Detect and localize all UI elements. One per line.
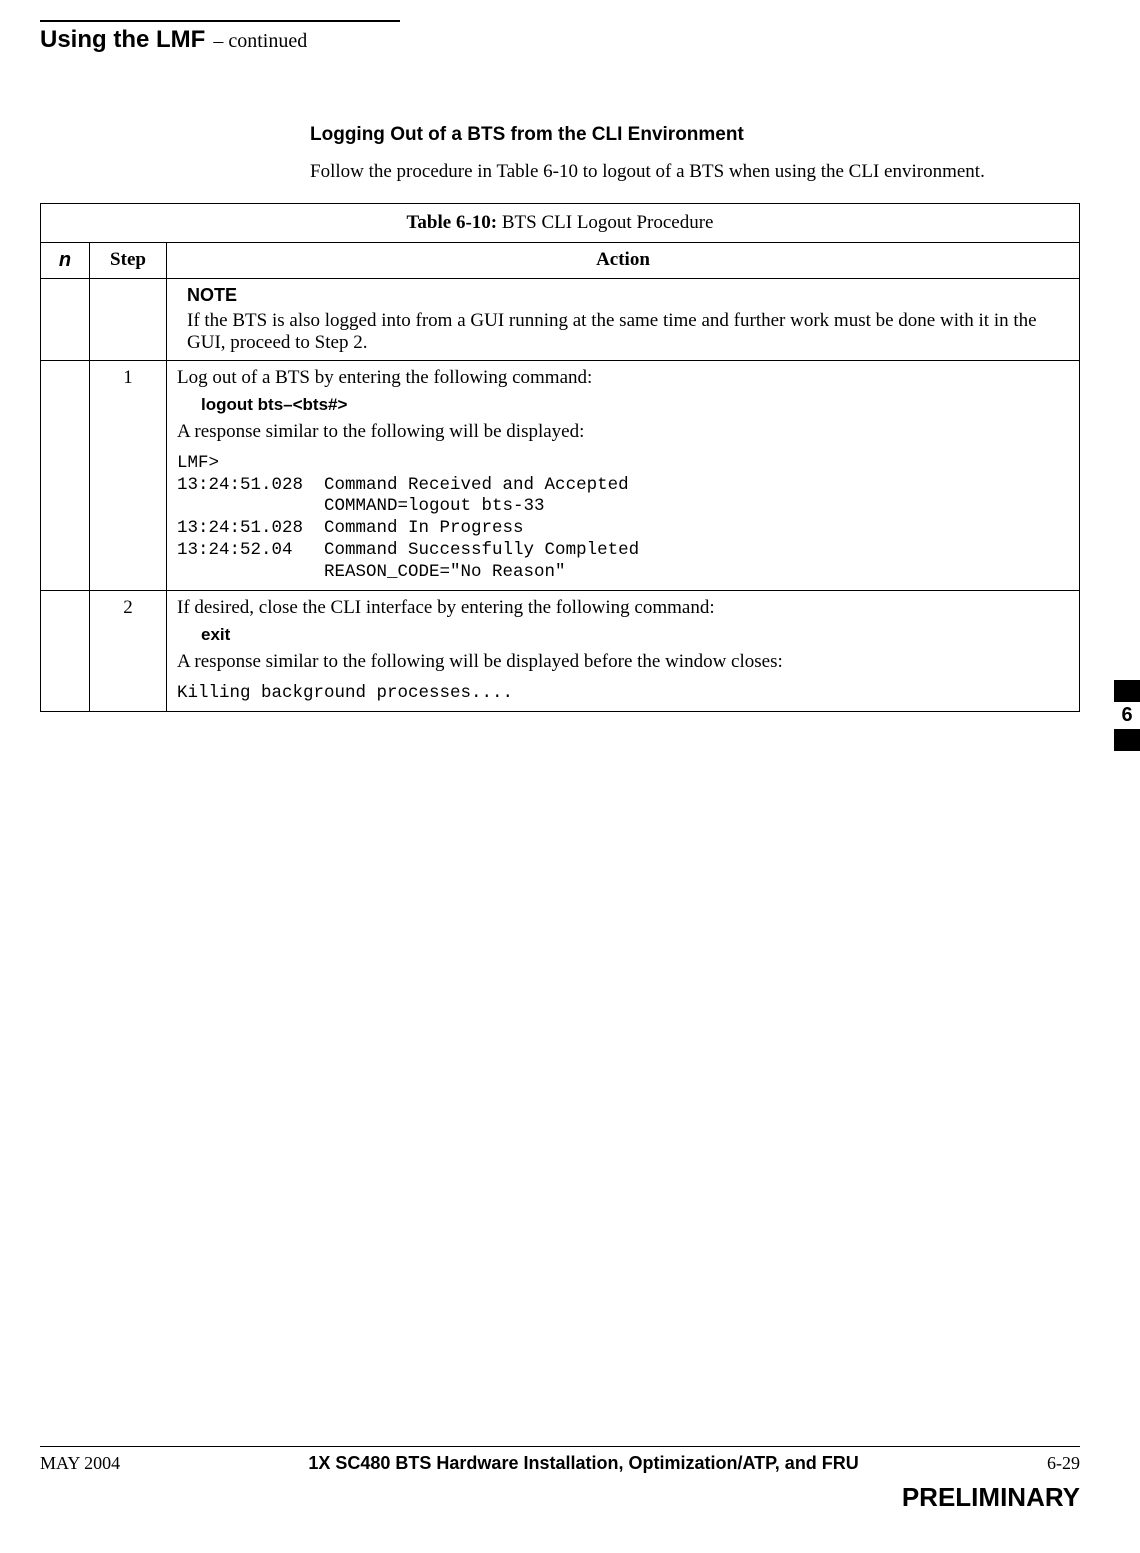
step1-line2: A response similar to the following will… — [177, 421, 1069, 443]
footer-center: 1X SC480 BTS Hardware Installation, Opti… — [308, 1453, 858, 1474]
table-caption: BTS CLI Logout Procedure — [497, 212, 713, 233]
step2-command: exit — [201, 625, 1069, 645]
step1-line1: Log out of a BTS by entering the followi… — [177, 367, 1069, 389]
thumb-tab-number: 6 — [1114, 702, 1140, 729]
table-row: 2 If desired, close the CLI interface by… — [41, 590, 1080, 711]
step-number: 2 — [90, 590, 167, 711]
thumb-tab-block-bottom — [1114, 729, 1140, 751]
step1-output: LMF> 13:24:51.028 Command Received and A… — [177, 453, 1069, 584]
footer-preliminary: PRELIMINARY — [40, 1482, 1080, 1513]
footer-right: 6-29 — [1047, 1453, 1080, 1474]
table-head-check: n — [41, 242, 90, 278]
table-label: Table 6-10: — [407, 212, 498, 233]
note-text: If the BTS is also logged into from a GU… — [187, 310, 1069, 354]
section-heading: Logging Out of a BTS from the CLI Enviro… — [310, 124, 1080, 146]
note-label: NOTE — [187, 285, 1069, 306]
step2-line1: If desired, close the CLI interface by e… — [177, 597, 1069, 619]
step1-command: logout bts–<bts#> — [201, 395, 1069, 415]
procedure-table: Table 6-10: BTS CLI Logout Procedure n S… — [40, 203, 1080, 712]
page-footer: MAY 2004 1X SC480 BTS Hardware Installat… — [40, 1446, 1080, 1513]
thumb-tab-block-top — [1114, 680, 1140, 702]
table-row: NOTE If the BTS is also logged into from… — [41, 278, 1080, 360]
table-head-step: Step — [90, 242, 167, 278]
section-intro: Follow the procedure in Table 6-10 to lo… — [310, 160, 1040, 185]
running-head-continued: – continued — [213, 30, 307, 53]
running-head: Using the LMF – continued — [40, 26, 1080, 54]
table-row: 1 Log out of a BTS by entering the follo… — [41, 360, 1080, 590]
step2-output: Killing background processes.... — [177, 683, 1069, 705]
step2-line2: A response similar to the following will… — [177, 651, 1069, 673]
table-title-cell: Table 6-10: BTS CLI Logout Procedure — [41, 203, 1080, 242]
step-number: 1 — [90, 360, 167, 590]
table-head-action: Action — [167, 242, 1080, 278]
running-head-title: Using the LMF — [40, 26, 205, 54]
thumb-tab: 6 — [1114, 680, 1140, 751]
footer-left: MAY 2004 — [40, 1453, 120, 1474]
